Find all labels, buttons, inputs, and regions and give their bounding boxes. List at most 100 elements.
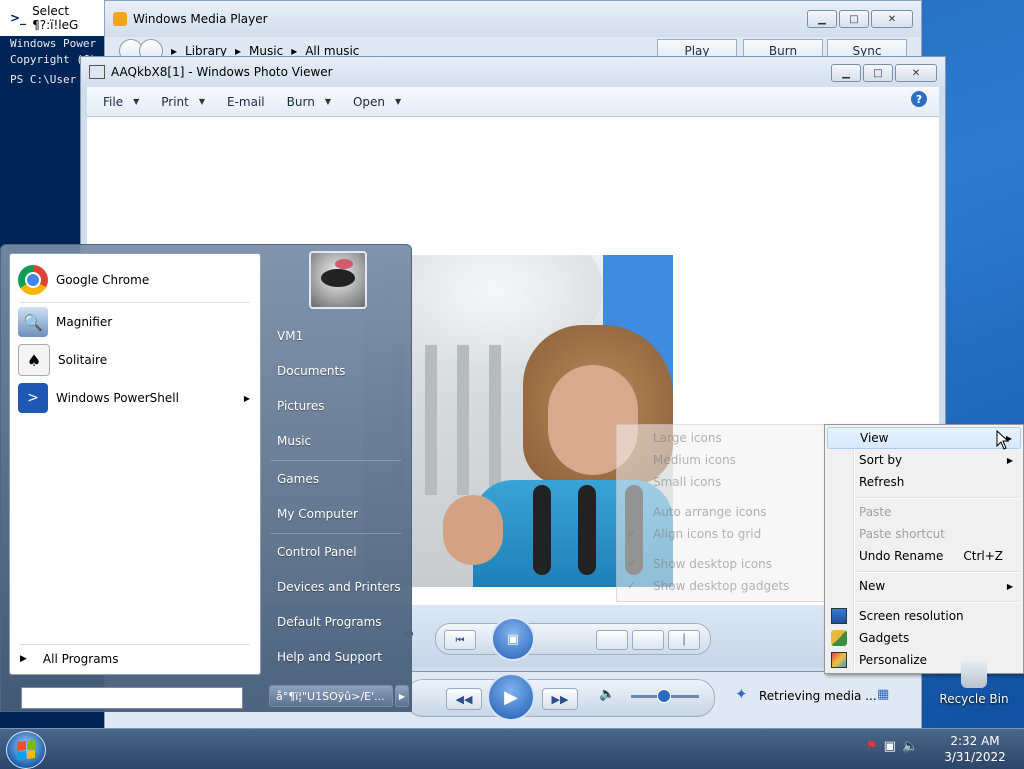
switch-view-icon[interactable]: ▦	[877, 687, 889, 702]
program-label: Solitaire	[58, 353, 108, 367]
photo-viewer-menubar: File ▼ Print ▼ E-mail Burn ▼ Open ▼ ?	[87, 87, 939, 117]
start-button[interactable]	[6, 731, 46, 769]
all-programs-button[interactable]: ▶ All Programs	[20, 652, 119, 666]
menu-item-gadgets-label: Gadgets	[859, 631, 910, 645]
program-label: Magnifier	[56, 315, 113, 329]
program-label: Google Chrome	[56, 273, 150, 287]
personalize-icon	[831, 652, 847, 668]
mouse-cursor-icon	[996, 430, 1010, 450]
start-item-devices-printers[interactable]: Devices and Printers	[277, 580, 401, 594]
ghost-item-show-gadgets: Show desktop gadgets	[653, 579, 790, 593]
ghost-item-auto-arrange: Auto arrange icons	[653, 505, 767, 519]
maximize-button[interactable]: □	[863, 64, 893, 82]
start-menu-programs-pane: Google Chrome 🔍 Magnifier ♠ Solitaire > …	[9, 253, 261, 675]
recycle-bin-icon	[961, 660, 987, 688]
menu-item-new[interactable]: New ▶	[827, 575, 1021, 597]
chevron-right-icon: ▶	[1006, 581, 1013, 591]
program-solitaire[interactable]: ♠ Solitaire	[14, 342, 258, 378]
start-item-games[interactable]: Games	[277, 472, 319, 486]
volume-slider-handle[interactable]	[657, 689, 671, 703]
fading-view-submenu: Large icons Medium icons Small icons Aut…	[616, 424, 828, 602]
menu-item-undo-rename[interactable]: Undo Rename Ctrl+Z	[827, 545, 1021, 567]
user-avatar[interactable]	[309, 251, 367, 309]
play-button[interactable]: ▶	[487, 673, 535, 721]
ghost-item-medium-icons: Medium icons	[653, 453, 736, 467]
menu-print[interactable]: Print ▼	[161, 95, 205, 109]
menu-item-paste-shortcut-label: Paste shortcut	[859, 527, 945, 541]
start-item-my-computer[interactable]: My Computer	[277, 507, 358, 521]
powershell-icon: >_	[10, 11, 27, 25]
media-player-title: Windows Media Player	[133, 12, 268, 26]
start-item-documents[interactable]: Documents	[277, 364, 345, 378]
powershell-title: Select ¶?:ï!lеG	[32, 4, 79, 32]
chevron-down-icon: ▼	[324, 97, 331, 106]
maximize-button[interactable]: □	[839, 10, 869, 28]
powershell-titlebar[interactable]: >_ Select ¶?:ï!lеG	[0, 0, 112, 36]
console-line-1: Windows Power	[10, 37, 97, 50]
program-label: Windows PowerShell	[56, 391, 179, 405]
chevron-right-icon: ▶	[1006, 455, 1013, 465]
program-windows-powershell[interactable]: > Windows PowerShell ▶	[14, 380, 258, 416]
media-player-titlebar[interactable]: Windows Media Player	[105, 1, 921, 37]
volume-icon[interactable]: 🔈	[599, 687, 615, 702]
start-search-input[interactable]	[21, 687, 243, 709]
menu-file[interactable]: File ▼	[103, 95, 139, 109]
system-clock[interactable]: 2:32 AM 3/31/2022	[940, 733, 1010, 765]
start-item-music[interactable]: Music	[277, 434, 311, 448]
start-item-pictures[interactable]: Pictures	[277, 399, 325, 413]
chevron-down-icon: ▼	[395, 97, 402, 106]
photo-viewer-titlebar[interactable]: AAQkbX8[1] - Windows Photo Viewer	[81, 57, 945, 87]
minimize-button[interactable]: ▁	[831, 64, 861, 82]
recycle-bin-label: Recycle Bin	[939, 692, 1009, 706]
menu-open[interactable]: Open ▼	[353, 95, 401, 109]
slideshow-button[interactable]: ▣	[491, 617, 535, 661]
menu-burn[interactable]: Burn ▼	[287, 95, 331, 109]
start-item-user[interactable]: VM1	[277, 329, 303, 343]
ghost-item-show-desktop-icons: Show desktop icons	[653, 557, 773, 571]
help-icon[interactable]: ?	[911, 91, 927, 107]
check-icon: ✓	[627, 557, 637, 570]
ghost-item-large-icons: Large icons	[653, 431, 722, 445]
menu-file-label: File	[103, 94, 124, 109]
close-button[interactable]: ✕	[871, 10, 913, 28]
program-magnifier[interactable]: 🔍 Magnifier	[14, 304, 258, 340]
rotate-left-icon[interactable]	[596, 630, 628, 650]
shutdown-button[interactable]: å°¶ï¦"U1SOÿû>/E'...	[269, 685, 393, 707]
start-item-help-support[interactable]: Help and Support	[277, 650, 382, 664]
delete-icon[interactable]: │	[668, 630, 700, 650]
program-google-chrome[interactable]: Google Chrome	[14, 262, 258, 298]
previous-icon[interactable]: ◀◀	[446, 688, 482, 710]
menu-email[interactable]: E-mail	[227, 95, 265, 109]
previous-photo-icon[interactable]: ⏮	[444, 630, 476, 650]
menu-item-sort-by[interactable]: Sort by ▶	[827, 449, 1021, 471]
menu-email-label: E-mail	[227, 94, 265, 109]
menu-item-view[interactable]: View ▶	[827, 427, 1021, 449]
photo-viewer-icon	[89, 65, 105, 79]
volume-icon[interactable]: 🔈	[902, 739, 918, 754]
shutdown-options-icon[interactable]: ▶	[395, 685, 409, 707]
all-programs-label: All Programs	[42, 652, 119, 666]
next-icon[interactable]: ▶▶	[542, 688, 578, 710]
status-figure-icon: ✦	[735, 685, 748, 703]
minimize-button[interactable]: ▁	[807, 10, 837, 28]
start-item-default-programs[interactable]: Default Programs	[277, 615, 382, 629]
menu-item-refresh[interactable]: Refresh	[827, 471, 1021, 493]
photo-viewer-title: AAQkbX8[1] - Windows Photo Viewer	[111, 65, 333, 79]
desktop-icon-recycle-bin[interactable]: Recycle Bin	[934, 660, 1014, 718]
close-button[interactable]: ✕	[895, 64, 937, 82]
start-item-control-panel[interactable]: Control Panel	[277, 545, 357, 559]
media-status: Retrieving media ...	[759, 689, 877, 703]
taskbar: ⚑ ▣ 🔈 2:32 AM 3/31/2022	[0, 728, 1024, 769]
menu-item-gadgets[interactable]: Gadgets	[827, 627, 1021, 649]
rotate-right-icon[interactable]	[632, 630, 664, 650]
menu-print-label: Print	[161, 94, 189, 109]
menu-item-personalize-label: Personalize	[859, 653, 928, 667]
network-icon[interactable]: ▣	[884, 739, 896, 754]
keyboard-shortcut: Ctrl+Z	[963, 549, 1003, 563]
chevron-down-icon: ▼	[198, 97, 206, 106]
photo-navigation-bar: ⏮ │	[435, 623, 711, 655]
ghost-item-align-grid: Align icons to grid	[653, 527, 762, 541]
action-center-flag-icon[interactable]: ⚑	[866, 739, 878, 754]
menu-item-paste-label: Paste	[859, 505, 892, 519]
menu-item-screen-resolution[interactable]: Screen resolution	[827, 605, 1021, 627]
